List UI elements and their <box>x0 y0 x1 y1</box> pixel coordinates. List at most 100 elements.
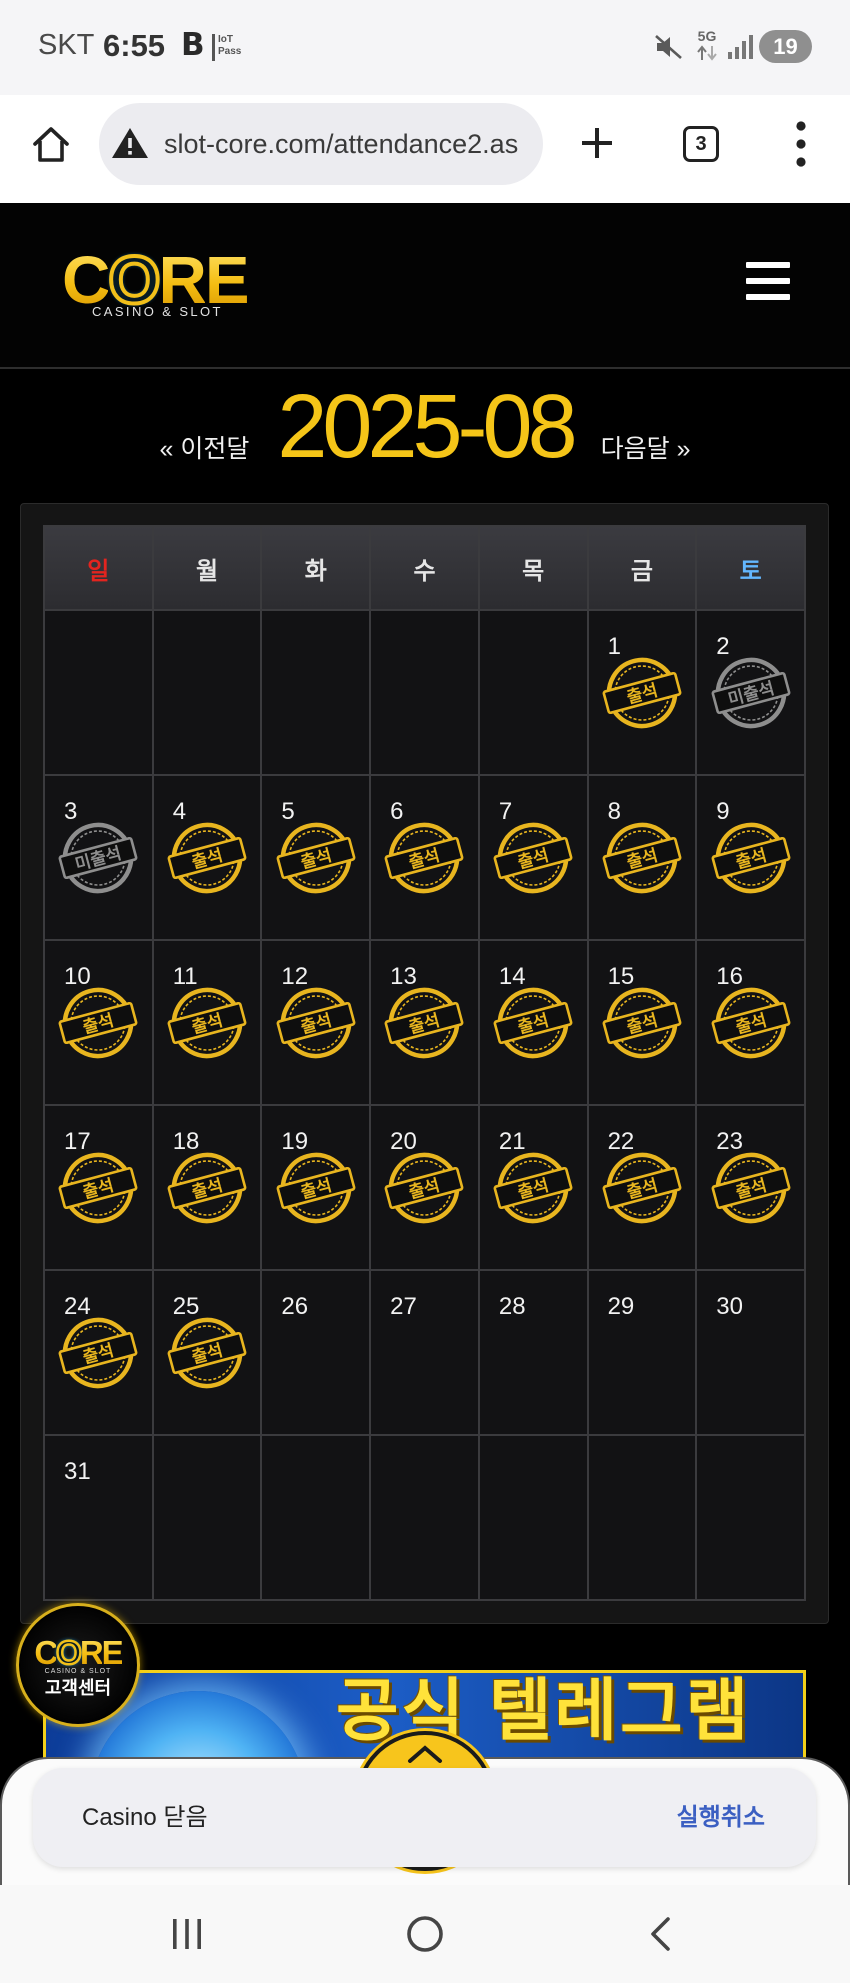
attendance-stamp: 미출석 <box>711 657 791 729</box>
calendar-day-cell: 28 <box>479 1271 587 1434</box>
attendance-stamp: 출석 <box>58 987 138 1059</box>
calendar-day-cell: 13 출석 <box>371 941 478 1104</box>
browser-toolbar: slot-core.com/attendance2.as 3 <box>0 95 850 203</box>
weekday-header: 목 <box>479 527 587 609</box>
attendance-stamp: 출석 <box>167 987 247 1059</box>
undo-button[interactable]: 실행취소 <box>677 1768 765 1867</box>
status-bar: SKT 6:55 B IoT Pass 5G 19 <box>0 0 850 95</box>
url-text: slot-core.com/attendance2.as <box>164 129 519 159</box>
home-icon[interactable] <box>30 124 72 166</box>
signal-strength-icon <box>728 35 753 59</box>
calendar-empty-cell <box>479 1436 587 1599</box>
site-header: CORE CASINO & SLOT <box>0 203 850 369</box>
calendar-day-cell: 20 출석 <box>371 1106 478 1269</box>
calendar-day-cell: 27 <box>371 1271 478 1434</box>
current-month-title: 2025-08 <box>277 377 577 477</box>
calendar-day-cell: 6 출석 <box>371 776 478 939</box>
weekday-header: 월 <box>153 527 261 609</box>
attendance-stamp: 출석 <box>167 1152 247 1224</box>
calendar-empty-cell <box>697 1436 804 1599</box>
attendance-stamp: 출석 <box>167 1317 247 1389</box>
calendar-day-cell: 9 출석 <box>697 776 804 939</box>
calendar-day-cell: 4 출석 <box>153 776 261 939</box>
calendar-day-cell: 18 출석 <box>153 1106 261 1269</box>
calendar-day-cell: 19 출석 <box>262 1106 370 1269</box>
day-number: 31 <box>64 1458 91 1485</box>
prev-month-link[interactable]: « 이전달 <box>159 437 249 462</box>
attendance-stamp: 미출석 <box>58 822 138 894</box>
calendar-day-cell: 24 출석 <box>45 1271 152 1434</box>
day-number: 30 <box>716 1293 743 1320</box>
calendar-day-cell: 2 미출석 <box>697 611 804 774</box>
attendance-stamp: 출석 <box>602 987 682 1059</box>
weekday-header: 토 <box>697 527 804 609</box>
logo-letter: O <box>55 1634 83 1671</box>
back-icon[interactable] <box>648 1916 672 1952</box>
calendar-day-cell: 15 출석 <box>588 941 696 1104</box>
logo-letter: R <box>79 1634 104 1671</box>
day-number: 27 <box>390 1293 417 1320</box>
month-navigation: « 이전달 2025-08 다음달 » <box>0 382 850 482</box>
home-circle-icon[interactable] <box>405 1914 445 1954</box>
calendar-day-cell: 11 출석 <box>153 941 261 1104</box>
weekday-header: 금 <box>588 527 696 609</box>
calendar-day-cell: 30 <box>697 1271 804 1434</box>
attendance-stamp: 출석 <box>276 1152 356 1224</box>
calendar-empty-cell <box>45 611 152 774</box>
network-5g-icon: 5G <box>692 29 722 65</box>
calendar-day-cell: 21 출석 <box>479 1106 587 1269</box>
calendar-day-cell: 12 출석 <box>262 941 370 1104</box>
attendance-stamp: 출석 <box>276 822 356 894</box>
banner-title: 공식 텔레그램 <box>336 1673 752 1749</box>
calendar-day-cell: 26 <box>262 1271 370 1434</box>
chevron-up-icon <box>408 1745 442 1763</box>
calendar-day-cell: 23 출석 <box>697 1106 804 1269</box>
calendar-empty-cell <box>153 1436 261 1599</box>
calendar-day-cell: 1 출석 <box>588 611 696 774</box>
logo-letter: C <box>34 1634 58 1671</box>
site-logo[interactable]: CORE CASINO & SLOT <box>62 245 252 327</box>
support-logo-subtitle: CASINO & SLOT <box>44 1668 112 1675</box>
attendance-stamp: 출석 <box>276 987 356 1059</box>
support-logo-wordmark: CORE <box>19 1634 137 1671</box>
customer-support-button[interactable]: CORE CASINO & SLOT 고객센터 <box>16 1603 140 1727</box>
attendance-stamp: 출석 <box>58 1317 138 1389</box>
calendar-day-cell: 3 미출석 <box>45 776 152 939</box>
attendance-stamp: 출석 <box>711 987 791 1059</box>
calendar-day-cell: 7 출석 <box>479 776 587 939</box>
attendance-stamp: 출석 <box>385 1152 464 1224</box>
attendance-stamp: 출석 <box>493 1152 573 1224</box>
calendar-day-cell: 14 출석 <box>479 941 587 1104</box>
more-menu-icon[interactable] <box>795 121 807 167</box>
calendar-empty-cell <box>371 1436 478 1599</box>
data-arrows-icon <box>697 45 717 61</box>
attendance-calendar: 일월화수목금토1 출석 2 미출석 3 미출석 4 출석 5 출석 6 출석 7… <box>43 525 806 1601</box>
calendar-day-cell: 10 출석 <box>45 941 152 1104</box>
attendance-stamp: 출석 <box>58 1152 138 1224</box>
weekday-header: 수 <box>371 527 478 609</box>
attendance-stamp: 출석 <box>493 987 573 1059</box>
iot-label: IoT <box>218 34 233 45</box>
calendar-empty-cell <box>153 611 261 774</box>
weekday-header: 일 <box>45 527 152 609</box>
attendance-stamp: 출석 <box>602 1152 682 1224</box>
calendar-day-cell: 16 출석 <box>697 941 804 1104</box>
calendar-day-cell: 5 출석 <box>262 776 370 939</box>
recent-apps-icon[interactable] <box>167 1917 207 1951</box>
tab-switcher-button[interactable]: 3 <box>683 126 719 162</box>
next-month-link[interactable]: 다음달 » <box>601 437 691 462</box>
hamburger-menu-icon[interactable] <box>746 262 790 302</box>
calendar-day-cell: 17 출석 <box>45 1106 152 1269</box>
day-number: 28 <box>498 1293 526 1320</box>
new-tab-icon[interactable] <box>579 125 615 161</box>
clock-time: 6:55 <box>103 28 166 63</box>
logo-letter: E <box>101 1634 124 1671</box>
attendance-stamp: 출석 <box>602 657 682 729</box>
weekday-header: 화 <box>262 527 370 609</box>
support-label: 고객센터 <box>44 1678 112 1698</box>
address-bar[interactable]: slot-core.com/attendance2.as <box>99 103 543 185</box>
warning-icon[interactable] <box>111 126 149 160</box>
pass-label: Pass <box>218 46 242 57</box>
attendance-stamp: 출석 <box>167 822 247 894</box>
attendance-stamp: 출석 <box>711 1152 791 1224</box>
